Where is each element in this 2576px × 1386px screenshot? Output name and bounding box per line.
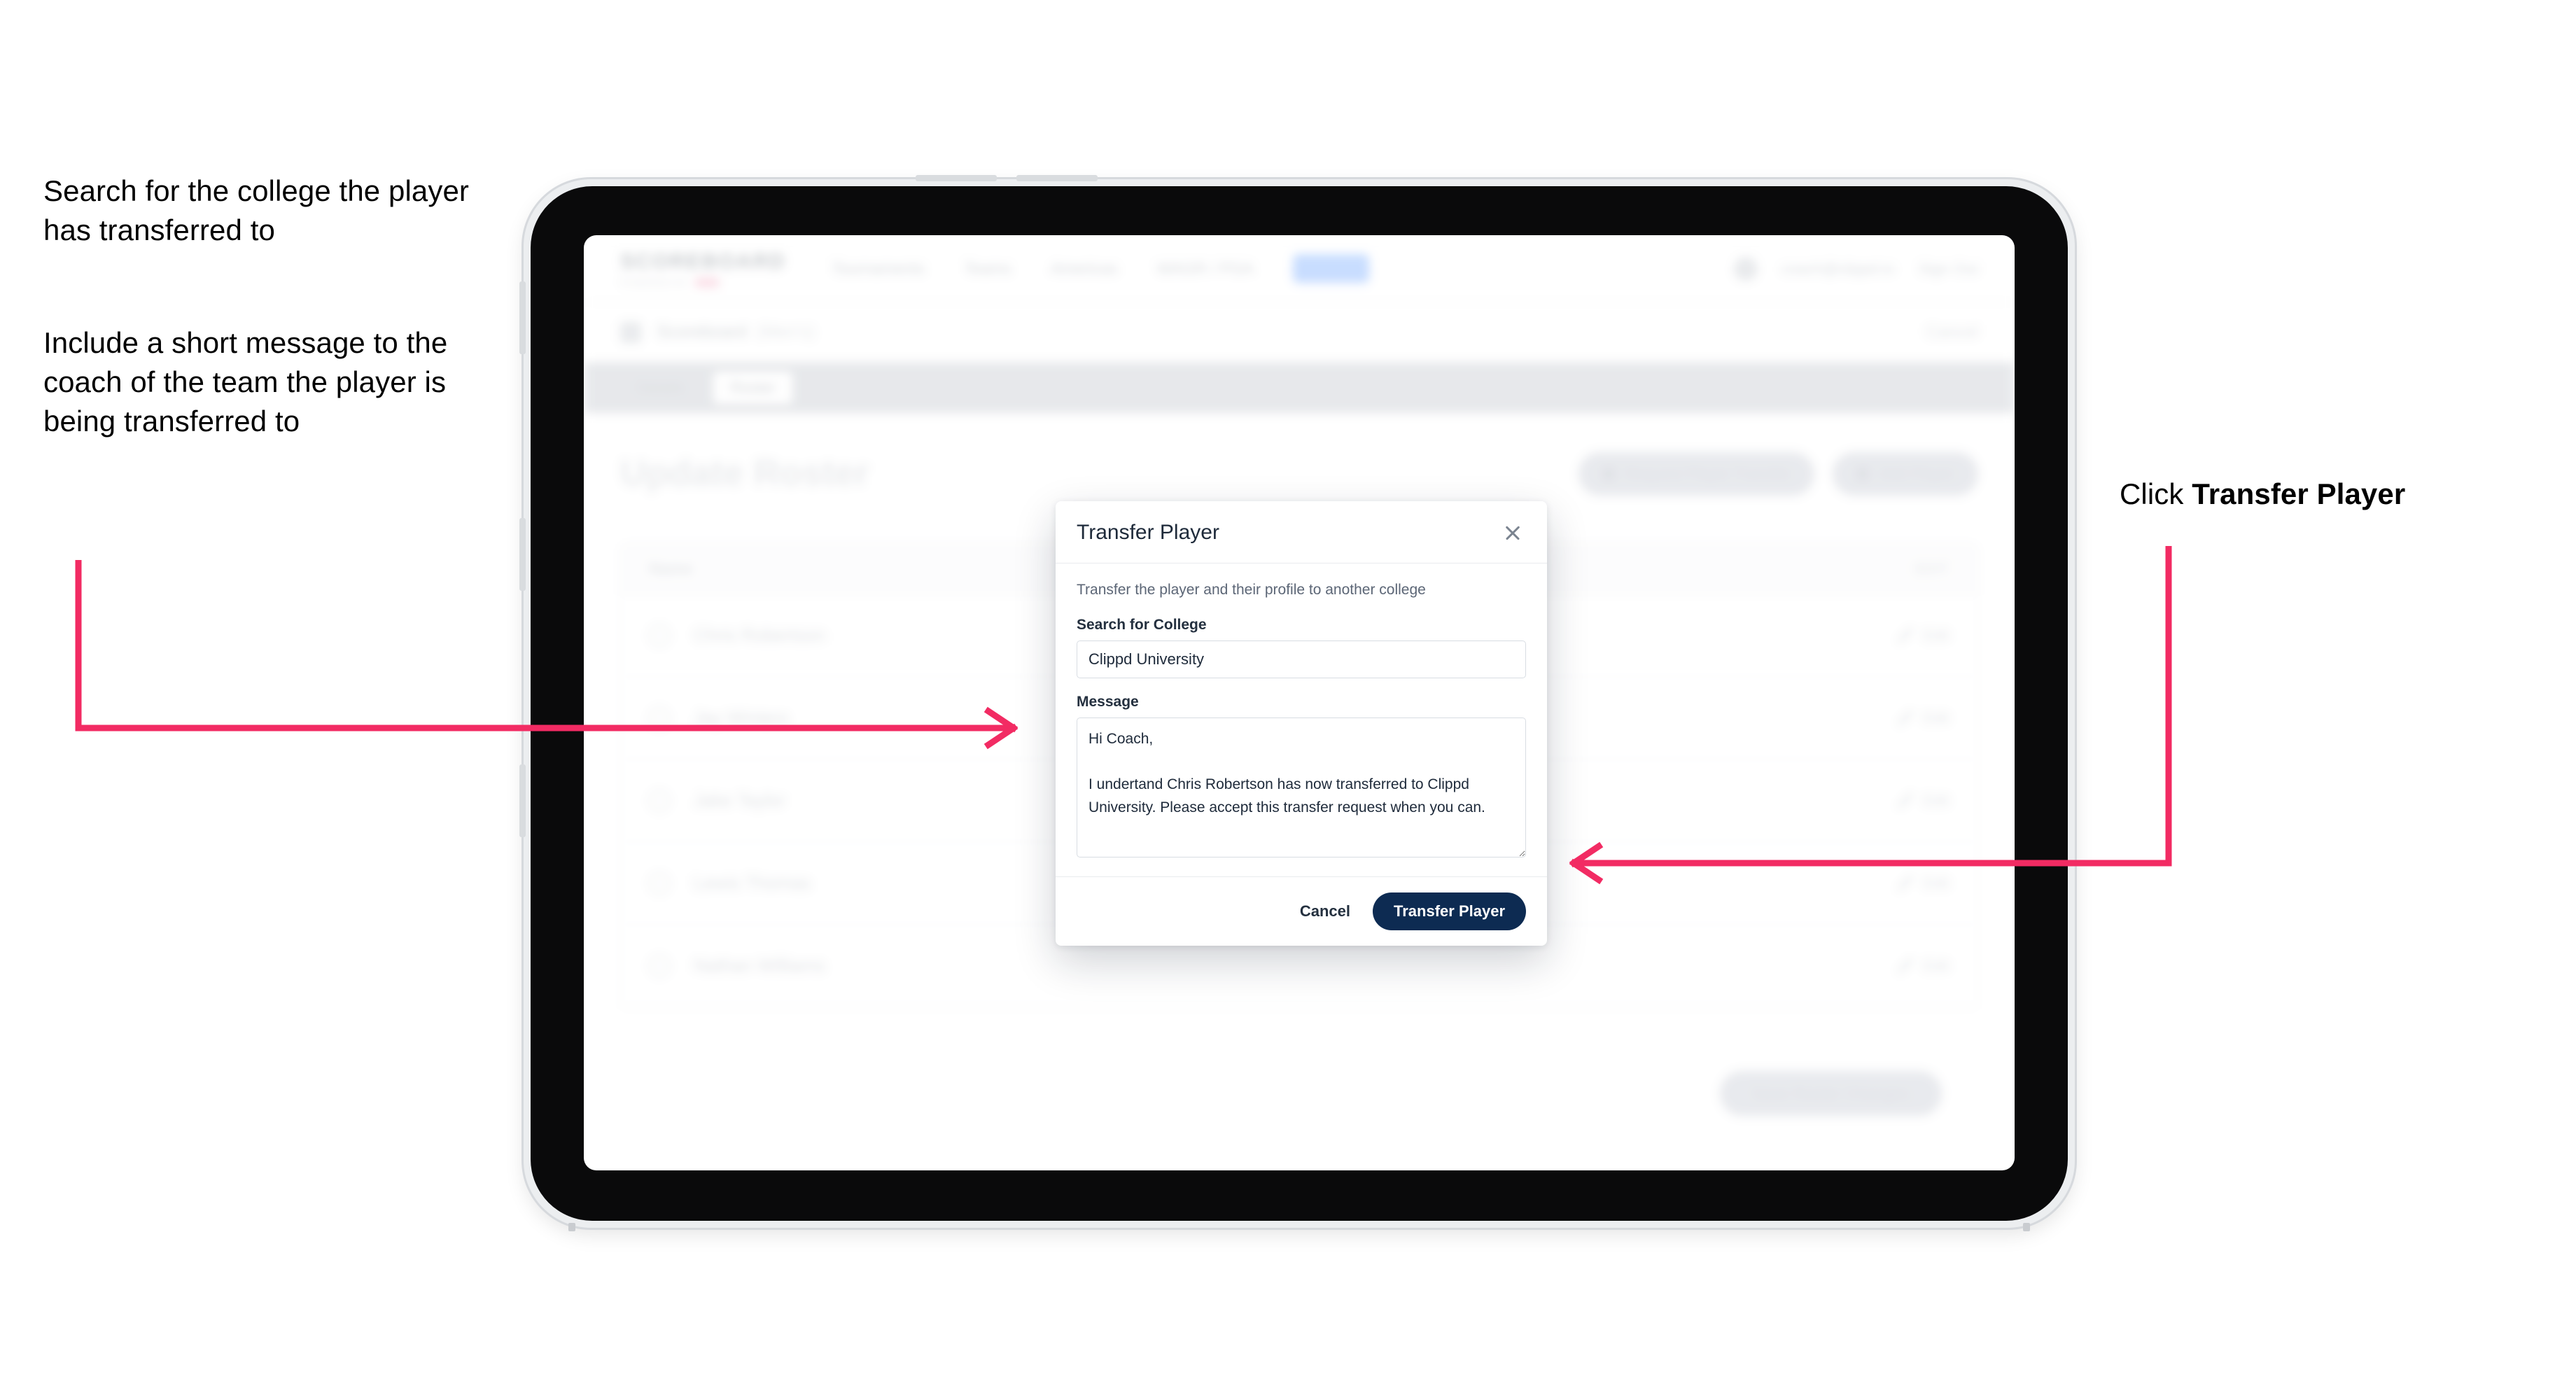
player-name: Nathan Williams [694, 955, 825, 976]
breadcrumb-cancel-link[interactable]: Cancel [1926, 323, 1978, 342]
add-player-button[interactable]: Add Player [1833, 452, 1978, 496]
row-edit-action[interactable]: Edit [1898, 957, 1949, 975]
modal-title: Transfer Player [1077, 521, 1219, 544]
screenshot-stage: Search for the college the player has tr… [0, 0, 2576, 1386]
sign-out-link[interactable]: Sign Out [1918, 260, 1978, 278]
tablet-top-button-2 [1016, 175, 1098, 181]
save-roster-label: Save Roster Changes [1751, 1084, 1910, 1102]
breadcrumb-title: Scoreboard [657, 322, 748, 342]
main-nav: Tournaments Teams Americas WAGR / PGA Ad… [832, 254, 1370, 283]
message-textarea[interactable] [1077, 718, 1526, 858]
tablet-top-button-1 [916, 175, 997, 181]
plus-icon [1856, 468, 1870, 480]
row-checkbox[interactable] [649, 707, 670, 729]
pencil-icon [1898, 958, 1914, 974]
close-icon[interactable] [1499, 519, 1526, 546]
tab-details[interactable]: Details [620, 372, 701, 404]
nav-item-americas[interactable]: Americas [1051, 259, 1118, 278]
pencil-icon [1898, 627, 1914, 643]
edit-label: Edit [1923, 956, 1949, 974]
tab-bar: Details Roster [584, 363, 2015, 413]
user-email: coach@clippd.io [1781, 259, 1895, 277]
edit-label: Edit [1923, 791, 1949, 809]
annotation-right-prefix: Click [2120, 477, 2192, 510]
brand-badge-icon [695, 277, 720, 287]
tablet-side-button-1 [519, 281, 526, 354]
modal-footer: Cancel Transfer Player [1056, 876, 1547, 946]
roster-col-edit: EDIT [1914, 559, 1949, 578]
breadcrumb: Scoreboard (Men's) Cancel [584, 302, 2015, 363]
row-edit-action[interactable]: Edit [1898, 874, 1949, 892]
tablet-foot-left [568, 1223, 575, 1231]
player-name: Chris Robertson [694, 624, 825, 645]
modal-header: Transfer Player [1056, 501, 1547, 564]
avatar[interactable] [1733, 256, 1758, 281]
brand-powered-by: POWERED BY [620, 276, 690, 288]
row-edit-action[interactable]: Edit [1898, 792, 1949, 810]
annotation-search-college: Search for the college the player has tr… [43, 174, 469, 246]
breadcrumb-subtitle: (Men's) [757, 322, 815, 342]
row-edit-action[interactable]: Edit [1898, 709, 1949, 727]
brand-subline: POWERED BY [620, 277, 773, 288]
search-college-label: Search for College [1077, 617, 1207, 633]
request-transfer-label: Request Player Transfer [1625, 465, 1791, 482]
edit-label: Edit [1923, 708, 1949, 727]
row-checkbox[interactable] [649, 790, 670, 811]
nav-item-admin[interactable]: Admin [1293, 254, 1370, 283]
tablet-side-button-3 [519, 764, 526, 837]
transfer-player-modal: Transfer Player Transfer the player and … [1056, 501, 1547, 946]
brand-wordmark: SCOREBOARD [620, 249, 786, 273]
app-footer: Save Roster Changes [620, 1008, 1978, 1116]
row-checkbox[interactable] [649, 624, 670, 646]
brand-logo[interactable]: SCOREBOARD POWERED BY [620, 249, 786, 288]
breadcrumb-icon [620, 321, 641, 343]
tablet-foot-right [2023, 1223, 2030, 1231]
annotation-click-transfer: Click Transfer Player [2120, 475, 2554, 514]
cancel-button[interactable]: Cancel [1300, 902, 1350, 920]
player-name: Lewis Thomas [694, 872, 811, 893]
nav-item-teams[interactable]: Teams [964, 259, 1011, 278]
player-name: Jake Taylor [694, 790, 786, 811]
row-checkbox[interactable] [649, 955, 670, 976]
transfer-player-button[interactable]: Transfer Player [1373, 892, 1526, 930]
annotation-right-bold: Transfer Player [2192, 477, 2406, 510]
nav-item-tournaments[interactable]: Tournaments [832, 259, 925, 278]
row-edit-action[interactable]: Edit [1898, 626, 1949, 645]
transfer-icon [1602, 468, 1616, 480]
edit-label: Edit [1923, 626, 1949, 644]
modal-description: Transfer the player and their profile to… [1077, 582, 1426, 598]
annotation-include-message: Include a short message to the coach of … [43, 326, 448, 438]
nav-item-wagr-pga[interactable]: WAGR / PGA [1157, 259, 1254, 278]
modal-body: Transfer the player and their profile to… [1056, 564, 1547, 876]
save-roster-changes-button[interactable]: Save Roster Changes [1719, 1071, 1942, 1116]
row-checkbox[interactable] [649, 872, 670, 894]
pencil-icon [1898, 710, 1914, 726]
edit-label: Edit [1923, 874, 1949, 892]
app-top-navbar: SCOREBOARD POWERED BY Tournaments Teams … [584, 235, 2015, 302]
player-name: Jay Winters [694, 707, 789, 728]
search-college-input[interactable] [1077, 640, 1526, 678]
roster-col-name: Name [649, 559, 693, 578]
pencil-icon [1898, 792, 1914, 808]
field-spacer [1077, 678, 1526, 694]
add-player-label: Add Player [1879, 465, 1954, 482]
top-right-user-area: coach@clippd.io Sign Out [1733, 256, 1978, 281]
message-label: Message [1077, 694, 1139, 710]
tab-roster[interactable]: Roster [713, 372, 793, 404]
request-player-transfer-button[interactable]: Request Player Transfer [1578, 452, 1815, 496]
pencil-icon [1898, 875, 1914, 891]
page-action-buttons: Request Player Transfer Add Player [1578, 452, 1978, 496]
tablet-side-button-2 [519, 518, 526, 591]
